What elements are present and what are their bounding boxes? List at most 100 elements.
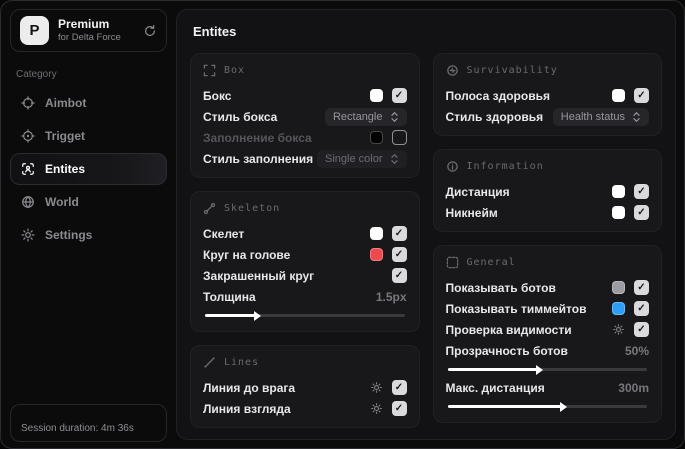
page-title: Entites [193, 24, 237, 39]
panel-skeleton: Skeleton Скелет Круг на голове [190, 191, 420, 332]
setting-label: Никнейм [445, 205, 498, 220]
visibility-settings-gear-icon[interactable] [612, 323, 625, 336]
slider-value: 50% [624, 343, 649, 358]
bone-icon [203, 202, 216, 215]
skeleton-checkbox[interactable] [391, 226, 407, 241]
setting-label: Линия до врага [203, 380, 296, 395]
enemy-line-settings-gear-icon[interactable] [370, 381, 383, 394]
nickname-checkbox[interactable] [634, 205, 649, 220]
bot-opacity-slider[interactable] [447, 364, 647, 375]
box-fill-checkbox[interactable] [391, 130, 407, 145]
sidebar-item-settings[interactable]: Settings [10, 219, 167, 251]
gear-icon [21, 228, 35, 242]
setting-row-visibility-check: Проверка видимости [446, 319, 649, 340]
unfold-icon [633, 111, 640, 122]
health-style-dropdown[interactable]: Health status [552, 107, 649, 126]
setting-label: Скелет [203, 226, 245, 241]
dropdown-value: Single color [325, 152, 383, 165]
slider-value: 300m [618, 380, 649, 395]
view-line-checkbox[interactable] [391, 401, 407, 416]
setting-label: Стиль бокса [203, 109, 278, 124]
setting-row-box-fill: Заполнение бокса [203, 127, 407, 148]
dropdown-value: Rectangle [332, 110, 383, 123]
panel-information: Information Дистанция Никнейм [432, 149, 662, 232]
setting-row-head-circle: Круг на голове [203, 244, 407, 265]
sidebar-item-entites[interactable]: Entites [10, 153, 167, 185]
slider-value: 1.5px [375, 289, 407, 304]
sidebar-item-label: Settings [45, 228, 93, 242]
info-icon [446, 161, 458, 172]
setting-label: Макс. дистанция [445, 380, 545, 395]
dropdown-value: Health status [560, 110, 625, 123]
color-swatch[interactable] [612, 89, 625, 102]
color-swatch[interactable] [369, 248, 383, 261]
max-distance-slider[interactable] [447, 401, 647, 412]
line-icon [204, 357, 215, 368]
sidebar-item-aimbot[interactable]: Aimbot [10, 87, 167, 119]
enemy-line-checkbox[interactable] [391, 380, 407, 395]
sidebar-item-world[interactable]: World [10, 186, 167, 218]
panel-lines: Lines Линия до врага ✓ Линия взгляда ✓ [190, 345, 420, 428]
filled-circle-checkbox[interactable] [391, 268, 407, 283]
fill-style-dropdown[interactable]: Single color [317, 149, 407, 168]
visibility-check-checkbox[interactable] [634, 322, 649, 337]
setting-label: Дистанция [445, 184, 510, 199]
setting-label: Показывать ботов [445, 280, 556, 295]
setting-label: Заполнение бокса [203, 130, 312, 145]
app-title: Premium [58, 17, 110, 32]
setting-label: Линия взгляда [203, 401, 291, 416]
setting-row-show-teammates: Показывать тиммейтов [445, 298, 649, 319]
setting-label: Полоса здоровья [445, 88, 550, 103]
setting-label: Круг на голове [203, 247, 291, 262]
panel-title: Information [466, 161, 544, 172]
box-frame-icon [203, 64, 216, 77]
setting-label: Бокс [203, 88, 232, 103]
box-checkbox[interactable] [391, 88, 407, 103]
setting-row-thickness: Толщина 1.5px [203, 286, 407, 307]
logo-card: P Premium for Delta Force [10, 9, 167, 52]
slider-fill [447, 401, 567, 412]
setting-row-box: Бокс [203, 85, 407, 106]
setting-label: Стиль заполнения [203, 151, 314, 166]
category-label: Category [16, 69, 57, 80]
color-swatch[interactable] [612, 302, 625, 315]
general-grid-icon [446, 256, 458, 269]
sidebar-item-trigget[interactable]: Trigget [10, 120, 167, 152]
color-swatch[interactable] [369, 227, 383, 240]
color-swatch[interactable] [612, 206, 625, 219]
sidebar: P Premium for Delta Force Category Aimbo… [1, 1, 176, 448]
sidebar-item-label: Trigget [45, 129, 86, 143]
color-swatch[interactable] [369, 131, 383, 144]
panel-title: Survivability [466, 65, 558, 76]
setting-row-filled-circle: Закрашенный круг [203, 265, 407, 286]
refresh-icon[interactable] [143, 24, 157, 38]
setting-row-enemy-line: Линия до врага [203, 377, 407, 398]
distance-checkbox[interactable] [634, 184, 649, 199]
setting-label: Показывать тиммейтов [445, 301, 587, 316]
setting-row-box-style: Стиль бокса Rectangle [203, 106, 407, 127]
health-bar-checkbox[interactable] [634, 88, 649, 103]
app-window: P Premium for Delta Force Category Aimbo… [0, 0, 685, 449]
thickness-slider[interactable] [205, 310, 405, 321]
session-duration-text: Session duration: 4m 36s [21, 423, 134, 434]
unfold-icon [390, 111, 398, 122]
show-teammates-checkbox[interactable] [634, 301, 649, 316]
color-swatch[interactable] [612, 281, 625, 294]
setting-row-show-bots: Показывать ботов [445, 277, 649, 298]
globe-icon [22, 195, 34, 209]
show-bots-checkbox[interactable] [634, 280, 649, 295]
view-line-settings-gear-icon[interactable] [370, 402, 383, 415]
panel-box: Box Бокс Стиль бокса Rectangle [190, 53, 420, 178]
unfold-icon [390, 153, 398, 164]
color-swatch[interactable] [369, 89, 383, 102]
setting-row-view-line: Линия взгляда [203, 398, 407, 419]
setting-row-health-bar: Полоса здоровья [445, 85, 649, 106]
panel-title: Box [224, 65, 246, 76]
setting-label: Закрашенный круг [203, 268, 315, 283]
color-swatch[interactable] [612, 185, 625, 198]
head-circle-checkbox[interactable] [391, 247, 407, 262]
setting-row-bot-opacity: Прозрачность ботов 50% [446, 340, 650, 361]
box-style-dropdown[interactable]: Rectangle [324, 107, 407, 126]
slider-fill [447, 364, 544, 375]
panel-title: General [466, 257, 516, 268]
